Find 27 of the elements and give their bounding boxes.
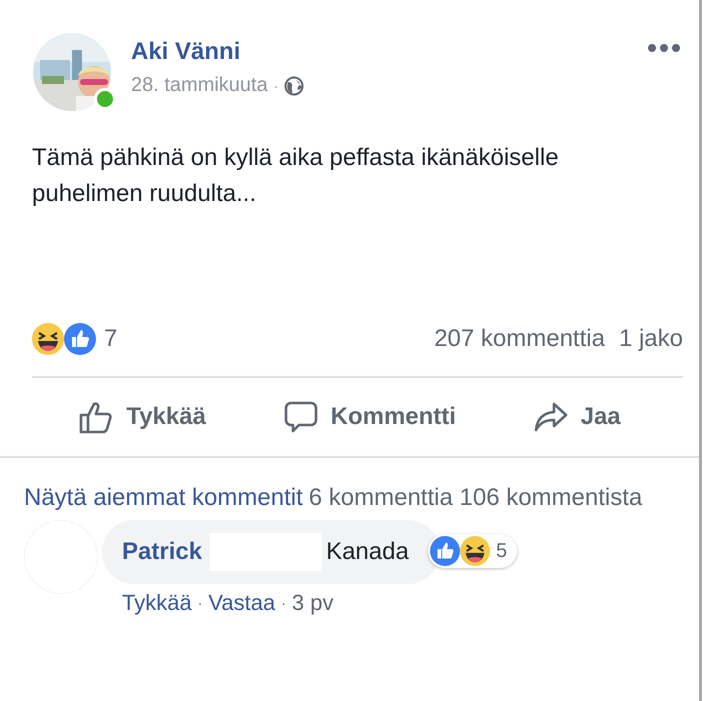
comment-age: 3 pv — [292, 590, 334, 616]
comment-button[interactable]: Kommentti — [262, 395, 476, 439]
commenter-name[interactable]: Patrick — [122, 538, 202, 566]
post-date[interactable]: 28. tammikuuta — [131, 74, 268, 97]
like-reaction-icon — [64, 323, 96, 355]
laugh-reaction-icon — [32, 323, 64, 355]
separator-dot: · — [281, 595, 286, 611]
separator-dot: · — [198, 595, 202, 611]
like-button[interactable]: Tykkää — [58, 395, 226, 439]
share-button[interactable]: Jaa — [512, 395, 641, 439]
shares-count[interactable]: 1 jako — [618, 325, 683, 353]
reply-link[interactable]: Vastaa — [208, 590, 276, 616]
separator-dot: · — [274, 78, 278, 94]
laugh-reaction-icon — [460, 536, 490, 566]
post-text: Tämä pähkinä on kyllä aika peffasta ikänäköiselle puhelimen ruudulta... — [32, 143, 560, 209]
like-link[interactable]: Tykkää — [122, 590, 192, 616]
comment-count: 6 kommenttia 106 kommentista — [308, 484, 642, 512]
view-previous-comments-link[interactable]: Näytä aiemmat kommentit — [24, 484, 303, 512]
author-name[interactable]: Aki Vänni — [131, 38, 240, 66]
globe-icon — [284, 76, 304, 96]
reaction-count[interactable]: 7 — [104, 325, 118, 353]
reaction-summary[interactable]: 5 — [428, 534, 518, 568]
speech-bubble-icon — [282, 399, 319, 435]
like-reaction-icon — [430, 536, 460, 566]
comments-count[interactable]: 207 kommenttia — [434, 325, 605, 353]
reaction-count: 5 — [496, 540, 508, 562]
comment-text: Kanada — [326, 538, 409, 566]
